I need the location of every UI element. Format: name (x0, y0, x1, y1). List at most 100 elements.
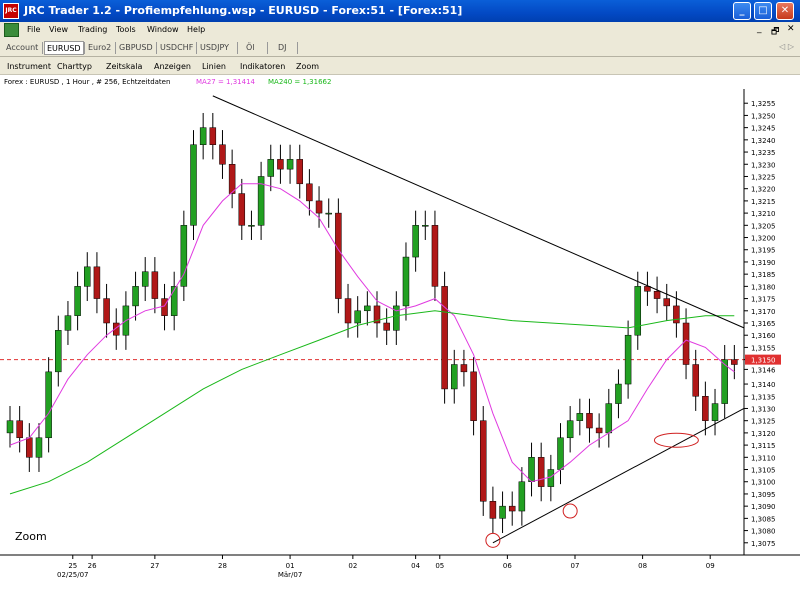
tab-usdjpy[interactable]: USDJPY (198, 41, 231, 55)
y-tick-label: 1,3205 (751, 222, 776, 230)
candle (248, 225, 255, 227)
app-logo-icon: JRC (3, 3, 19, 19)
candle (26, 437, 33, 458)
candle (325, 212, 332, 215)
menu-help[interactable]: Help (187, 25, 205, 34)
menu-window[interactable]: Window (147, 25, 179, 34)
y-tick-label: 1,3175 (751, 296, 776, 304)
y-tick-label: 1,3105 (751, 467, 776, 475)
candle (586, 413, 593, 429)
candle (93, 266, 101, 299)
candle (682, 322, 690, 365)
menu-view[interactable]: View (49, 25, 68, 34)
chart-info-bar: Forex : EURUSD , 1 Hour , # 256, Echtzei… (0, 75, 800, 89)
candle (354, 310, 361, 324)
y-tick-label: 1,3195 (751, 247, 776, 255)
y-tick-label: 1,3135 (751, 393, 776, 401)
document-icon[interactable] (4, 23, 19, 37)
tab-scroll-arrows[interactable]: ◁ ▷ (779, 42, 794, 51)
child-close-button[interactable]: ✕ (787, 24, 795, 34)
menu-file[interactable]: File (27, 25, 40, 34)
candle (702, 396, 709, 421)
candle (219, 144, 226, 165)
y-tick-label: 1,3146 (751, 366, 776, 374)
candle (228, 164, 236, 194)
chart-menu: Instrument Charttyp Zeitskala Anzeigen L… (0, 58, 800, 75)
candle (209, 127, 217, 145)
candle (199, 127, 207, 145)
candle (402, 256, 410, 307)
chart-background (0, 89, 800, 600)
candle (576, 413, 584, 421)
tab-divider (267, 42, 268, 54)
price-chart[interactable]: 1,3075 1,3080 1,3085 1,3090 1,3095 1,3100 1,31… (0, 89, 800, 600)
y-tick-label: 1,3225 (751, 173, 776, 181)
tab-dj[interactable]: DJ (276, 41, 289, 55)
candle (537, 457, 545, 487)
candle (103, 298, 110, 324)
menu-tools[interactable]: Tools (116, 25, 136, 34)
candle (615, 383, 622, 404)
instrument-tabs: Account EURUSD Euro2 GBPUSD USDCHF USDJP… (0, 39, 800, 57)
x-tick-label: 07 (571, 562, 580, 570)
y-tick-label: 1,3080 (751, 528, 776, 536)
tab-oel[interactable]: Öl (244, 41, 257, 55)
child-minimize-button[interactable]: _ (757, 24, 762, 34)
y-tick-label: 1,3220 (751, 186, 776, 194)
x-tick-label: 27 (150, 562, 159, 570)
y-tick-label: 1,3110 (751, 454, 776, 462)
minimize-button[interactable]: _ (733, 2, 751, 20)
candle (692, 364, 699, 397)
tab-usdchf[interactable]: USDCHF (158, 41, 195, 55)
candle (431, 225, 439, 287)
candle (132, 286, 139, 307)
y-tick-label: 1,3075 (751, 540, 776, 548)
chart-menu-charttyp[interactable]: Charttyp (57, 62, 92, 71)
close-button[interactable]: ✕ (776, 2, 794, 20)
chart-menu-anzeigen[interactable]: Anzeigen (154, 62, 191, 71)
tab-divider (42, 42, 43, 54)
candle (84, 266, 91, 287)
chart-menu-instrument[interactable]: Instrument (7, 62, 51, 71)
y-tick-label: 1,3160 (751, 332, 776, 340)
current-price-label: 1,3150 (751, 357, 776, 365)
tab-account[interactable]: Account (4, 41, 40, 55)
candle (518, 481, 526, 512)
y-tick-label: 1,3165 (751, 320, 776, 328)
candle (479, 420, 487, 502)
menu-trading[interactable]: Trading (78, 25, 107, 34)
candle (605, 403, 613, 434)
tab-divider (115, 42, 116, 54)
ma27-readout: MA27 = 1,31414 (196, 78, 255, 86)
candle (306, 183, 313, 202)
candle (383, 322, 390, 331)
candle (55, 330, 62, 373)
x-tick-label: 01 (286, 562, 295, 570)
candle (624, 334, 632, 385)
tab-divider (196, 42, 197, 54)
tab-divider (84, 42, 85, 54)
chart-menu-zeitskala[interactable]: Zeitskala (106, 62, 142, 71)
chart-menu-indikatoren[interactable]: Indikatoren (240, 62, 285, 71)
y-tick-label: 1,3170 (751, 308, 776, 316)
candle (161, 298, 168, 316)
candle (595, 427, 603, 434)
chart-menu-zoom[interactable]: Zoom (296, 62, 319, 71)
candle (16, 420, 23, 439)
tab-eurusd[interactable]: EURUSD (44, 41, 84, 55)
maximize-button[interactable]: □ (754, 2, 772, 20)
y-tick-label: 1,3140 (751, 381, 776, 389)
y-tick-label: 1,3235 (751, 149, 776, 157)
candle (6, 420, 14, 434)
y-tick-label: 1,3180 (751, 283, 776, 291)
chart-menu-linien[interactable]: Linien (202, 62, 226, 71)
child-restore-button[interactable]: 🗗 (771, 24, 779, 40)
candle (508, 505, 516, 512)
tab-euro2[interactable]: Euro2 (86, 41, 113, 55)
y-tick-label: 1,3095 (751, 491, 776, 499)
y-tick-label: 1,3250 (751, 112, 776, 120)
x-tick-label: 06 (503, 562, 512, 570)
candle (451, 364, 458, 390)
tab-gbpusd[interactable]: GBPUSD (117, 41, 155, 55)
y-tick-label: 1,3200 (751, 235, 776, 243)
